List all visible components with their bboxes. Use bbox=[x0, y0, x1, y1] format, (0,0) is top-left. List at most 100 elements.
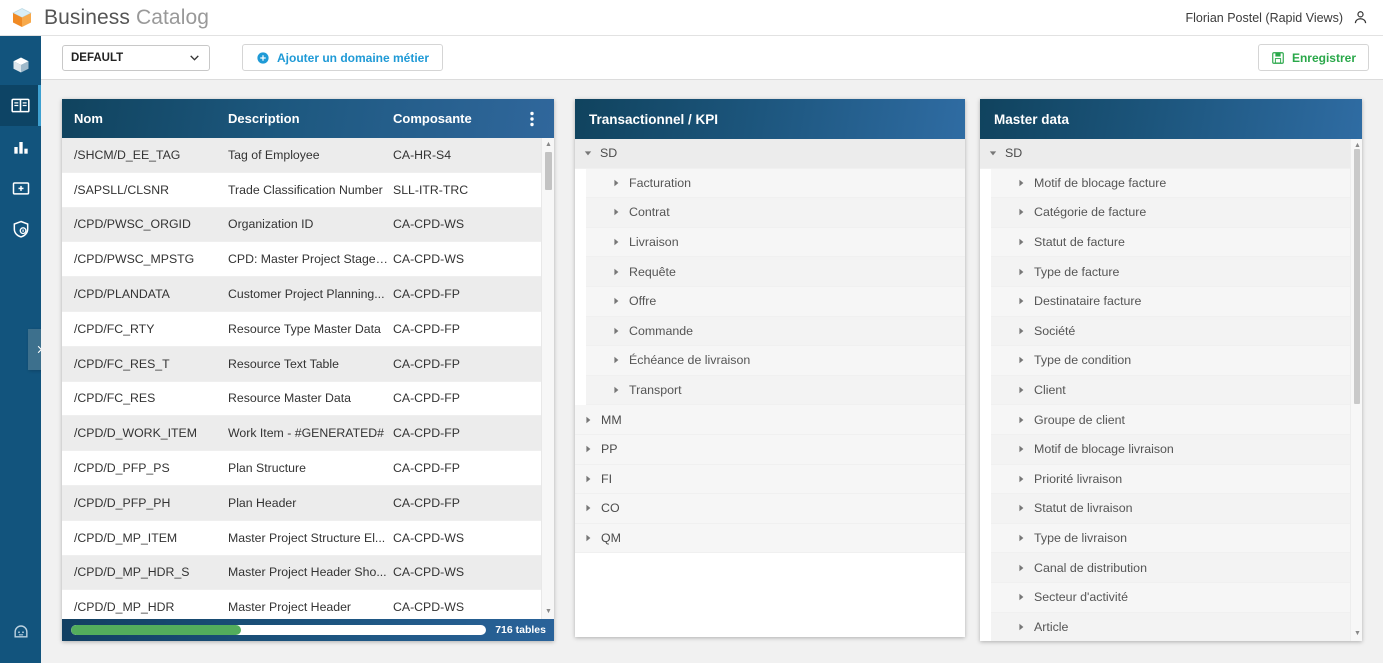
tree-node-child[interactable]: Contrat bbox=[586, 198, 965, 228]
tree-node-child[interactable]: Priorité livraison bbox=[991, 464, 1362, 495]
caret-right-icon[interactable] bbox=[1017, 504, 1025, 512]
caret-right-icon[interactable] bbox=[1017, 179, 1025, 187]
caret-right-icon[interactable] bbox=[1017, 268, 1025, 276]
table-row[interactable]: /SAPSLL/CLSNR Trade Classification Number… bbox=[62, 173, 554, 208]
add-domain-button[interactable]: Ajouter un domaine métier bbox=[242, 44, 444, 71]
tree-node-child[interactable]: Statut de livraison bbox=[991, 494, 1362, 524]
caret-right-icon[interactable] bbox=[612, 297, 620, 305]
sidebar-item-glossary[interactable] bbox=[0, 85, 41, 126]
caret-right-icon[interactable] bbox=[612, 386, 620, 394]
tree-node-root[interactable]: CO bbox=[575, 494, 965, 524]
tree-node-child[interactable]: Échéance de livraison bbox=[586, 346, 965, 376]
tree-node-child[interactable]: Facturation bbox=[586, 168, 965, 199]
sidebar-item-security[interactable] bbox=[0, 208, 41, 249]
table-row[interactable]: /CPD/D_WORK_ITEM Work Item - #GENERATED# C… bbox=[62, 416, 554, 452]
transactional-tree[interactable]: SD Facturation Contrat Livraison Requête Offr… bbox=[575, 139, 965, 637]
tree-node-child[interactable]: Commande bbox=[586, 316, 965, 347]
tree-node-root[interactable]: SD bbox=[980, 139, 1362, 169]
scroll-down-icon[interactable]: ▼ bbox=[542, 607, 554, 617]
table-row[interactable]: /CPD/D_MP_HDR_S Master Project Header Sho… bbox=[62, 555, 554, 591]
tree-node-root[interactable]: MM bbox=[575, 405, 965, 435]
tables-body[interactable]: /SHCM/D_EE_TAG Tag of Employee CA-HR-S4/SA… bbox=[62, 138, 554, 619]
tree-node-child[interactable]: Groupe de client bbox=[991, 405, 1362, 435]
table-row[interactable]: /CPD/D_MP_ITEM Master Project Structure E… bbox=[62, 521, 554, 556]
user-area[interactable]: Florian Postel (Rapid Views) bbox=[1186, 9, 1383, 26]
tree-node-child[interactable]: Destinataire facture bbox=[991, 286, 1362, 317]
caret-right-icon[interactable] bbox=[1017, 386, 1025, 394]
caret-right-icon[interactable] bbox=[612, 179, 620, 187]
caret-down-icon[interactable] bbox=[584, 149, 592, 157]
master-scroll-thumb[interactable] bbox=[1354, 149, 1360, 404]
caret-right-icon[interactable] bbox=[1017, 534, 1025, 542]
caret-right-icon[interactable] bbox=[1017, 297, 1025, 305]
tree-node-child[interactable]: Motif de blocage livraison bbox=[991, 434, 1362, 465]
column-header-description[interactable]: Description bbox=[228, 111, 393, 126]
column-header-composante[interactable]: Composante bbox=[393, 111, 513, 126]
caret-right-icon[interactable] bbox=[1017, 416, 1025, 424]
tree-node-child[interactable]: Client bbox=[991, 375, 1362, 406]
tree-node-root[interactable]: SD bbox=[575, 139, 965, 169]
table-menu-button[interactable] bbox=[513, 111, 551, 127]
tables-scroll-thumb[interactable] bbox=[545, 152, 552, 190]
sidebar-item-reports[interactable] bbox=[0, 126, 41, 167]
domain-select[interactable]: DEFAULT bbox=[62, 44, 210, 71]
caret-right-icon[interactable] bbox=[584, 475, 592, 483]
master-data-tree[interactable]: SD Motif de blocage facture Catégorie de f… bbox=[980, 139, 1362, 641]
scroll-down-icon[interactable]: ▼ bbox=[1351, 629, 1362, 639]
tree-node-child[interactable]: Société bbox=[991, 316, 1362, 347]
tree-node-child[interactable]: Secteur d'activité bbox=[991, 582, 1362, 613]
table-row[interactable]: /CPD/PLANDATA Customer Project Planning..… bbox=[62, 277, 554, 312]
caret-right-icon[interactable] bbox=[1017, 623, 1025, 631]
tree-node-child[interactable]: Canal de distribution bbox=[991, 553, 1362, 583]
tree-node-child[interactable]: Type de facture bbox=[991, 257, 1362, 287]
tree-node-child[interactable]: Statut de facture bbox=[991, 227, 1362, 258]
caret-right-icon[interactable] bbox=[584, 416, 592, 424]
table-row[interactable]: /CPD/FC_RTY Resource Type Master Data CA-C… bbox=[62, 312, 554, 347]
caret-right-icon[interactable] bbox=[612, 268, 620, 276]
caret-right-icon[interactable] bbox=[1017, 208, 1025, 216]
caret-right-icon[interactable] bbox=[1017, 238, 1025, 246]
caret-right-icon[interactable] bbox=[1017, 445, 1025, 453]
tree-node-root[interactable]: PP bbox=[575, 434, 965, 465]
tree-node-child[interactable]: Livraison bbox=[586, 227, 965, 258]
master-vertical-scrollbar[interactable]: ▲ ▼ bbox=[1350, 139, 1362, 641]
table-row[interactable]: /CPD/PWSC_ORGID Organization ID CA-CPD-WS bbox=[62, 207, 554, 243]
table-row[interactable]: /CPD/FC_RES Resource Master Data CA-CPD-FP bbox=[62, 382, 554, 417]
caret-right-icon[interactable] bbox=[1017, 356, 1025, 364]
caret-right-icon[interactable] bbox=[1017, 564, 1025, 572]
table-row[interactable]: /CPD/PWSC_MPSTG CPD: Master Project Stage… bbox=[62, 242, 554, 278]
table-row[interactable]: /CPD/D_PFP_PS Plan Structure CA-CPD-FP bbox=[62, 451, 554, 486]
caret-right-icon[interactable] bbox=[1017, 593, 1025, 601]
caret-down-icon[interactable] bbox=[989, 149, 997, 157]
column-header-nom[interactable]: Nom bbox=[74, 111, 228, 126]
tree-node-child[interactable]: Offre bbox=[586, 286, 965, 317]
tables-vertical-scrollbar[interactable]: ▲ ▼ bbox=[541, 138, 554, 619]
caret-right-icon[interactable] bbox=[584, 534, 592, 542]
table-row[interactable]: /CPD/D_MP_HDR Master Project Header CA-CPD… bbox=[62, 590, 554, 619]
sidebar-item-projects[interactable] bbox=[0, 167, 41, 208]
tree-node-child[interactable]: Type de livraison bbox=[991, 523, 1362, 554]
tree-node-root[interactable]: QM bbox=[575, 523, 965, 554]
table-row[interactable]: /CPD/D_PFP_PH Plan Header CA-CPD-FP bbox=[62, 485, 554, 521]
caret-right-icon[interactable] bbox=[612, 208, 620, 216]
table-row[interactable]: /SHCM/D_EE_TAG Tag of Employee CA-HR-S4 bbox=[62, 138, 554, 173]
tree-node-child[interactable]: Type de condition bbox=[991, 346, 1362, 376]
tree-node-child[interactable]: Catégorie de facture bbox=[991, 198, 1362, 228]
sidebar-item-catalog[interactable] bbox=[0, 44, 41, 85]
save-button[interactable]: Enregistrer bbox=[1257, 44, 1369, 71]
caret-right-icon[interactable] bbox=[584, 504, 592, 512]
tree-node-child[interactable]: Transport bbox=[586, 375, 965, 406]
caret-right-icon[interactable] bbox=[612, 238, 620, 246]
person-icon[interactable] bbox=[1352, 9, 1369, 26]
table-row[interactable]: /CPD/FC_RES_T Resource Text Table CA-CPD-F… bbox=[62, 346, 554, 382]
caret-right-icon[interactable] bbox=[1017, 475, 1025, 483]
caret-right-icon[interactable] bbox=[612, 327, 620, 335]
caret-right-icon[interactable] bbox=[584, 445, 592, 453]
tree-node-child[interactable]: Requête bbox=[586, 257, 965, 287]
tree-node-child[interactable]: Motif de blocage facture bbox=[991, 168, 1362, 199]
tree-node-root[interactable]: FI bbox=[575, 464, 965, 495]
scroll-up-icon[interactable]: ▲ bbox=[542, 140, 554, 150]
caret-right-icon[interactable] bbox=[612, 356, 620, 364]
sidebar-item-assistant[interactable] bbox=[0, 610, 41, 651]
tree-node-child[interactable]: Article bbox=[991, 612, 1362, 641]
